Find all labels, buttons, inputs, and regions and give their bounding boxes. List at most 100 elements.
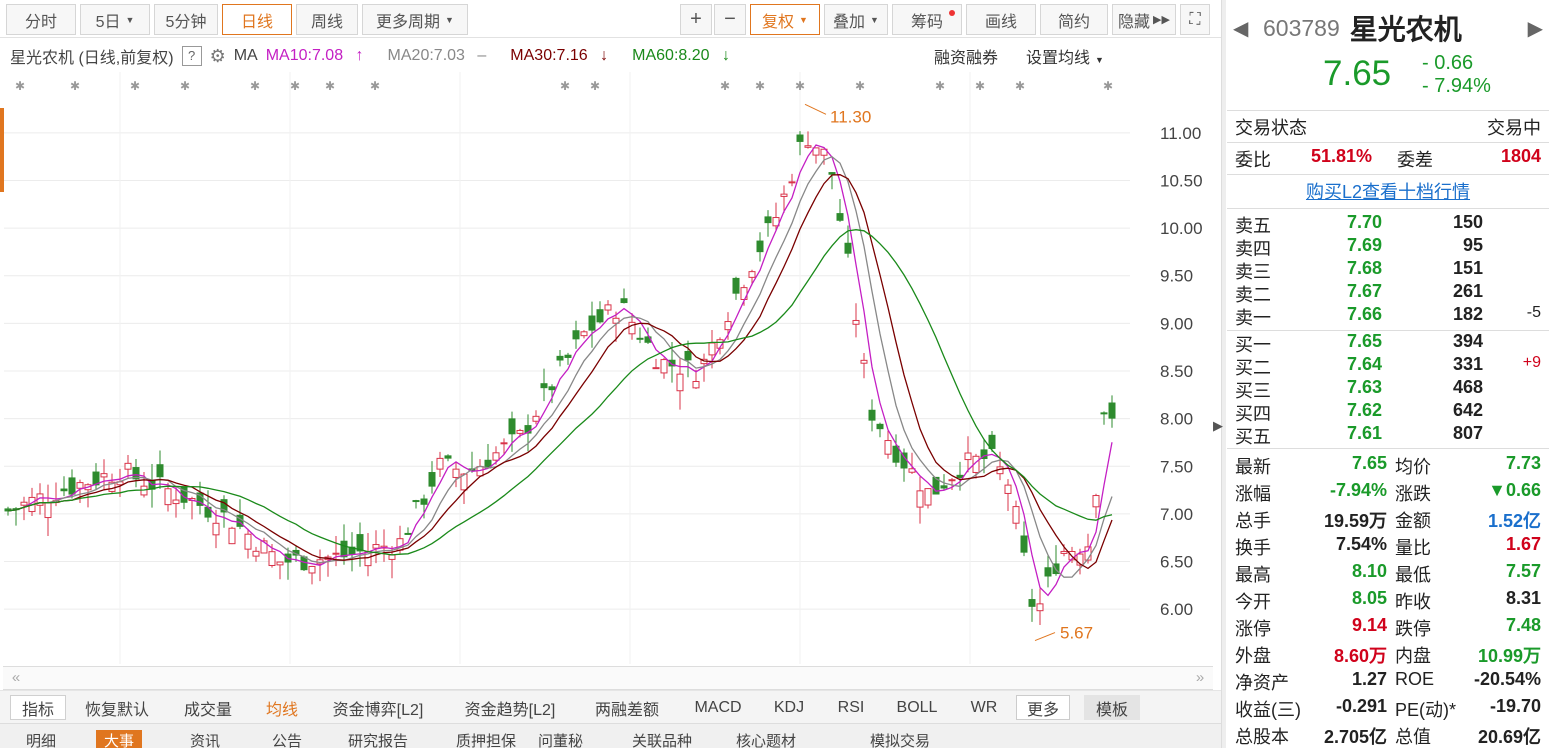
tab-news[interactable]: 资讯 [190, 730, 220, 748]
scroll-left-icon[interactable]: « [5, 667, 27, 689]
event-marker-icon[interactable]: ✱ [1103, 79, 1113, 93]
fund-game-tab[interactable]: 资金博弈[L2] [316, 695, 440, 720]
stat-label: 外盘 [1235, 646, 1271, 666]
tab-themes[interactable]: 核心题材 [736, 730, 796, 748]
chips-button[interactable]: 筹码 [892, 4, 962, 35]
candlestick-chart[interactable]: 11.00 10.50 10.00 9.50 9.00 8.50 8.00 7.50 7.00 6… [0, 72, 1221, 664]
event-marker-icon[interactable]: ✱ [290, 79, 300, 93]
event-marker-icon[interactable]: ✱ [130, 79, 140, 93]
event-marker-icon[interactable]: ✱ [975, 79, 985, 93]
event-marker-icon[interactable]: ✱ [180, 79, 190, 93]
bid-level-row[interactable]: 买二 7.64 331 +9 [1227, 354, 1549, 378]
bid-level-row[interactable]: 买四 7.62 642 [1227, 400, 1549, 424]
next-stock-icon[interactable]: ▶ [1528, 16, 1543, 41]
tab-intraday[interactable]: 分时 [6, 4, 76, 35]
bid-level-row[interactable]: 买一 7.65 394 [1227, 331, 1549, 355]
rsi-tab[interactable]: RSI [826, 695, 876, 720]
ma-tab[interactable]: 均线 [254, 695, 310, 720]
candle-body [724, 321, 732, 331]
tab-events[interactable]: 大事 [96, 730, 143, 748]
volume-tab[interactable]: 成交量 [170, 695, 246, 720]
margin-trading-link[interactable]: 融资融券 [934, 44, 998, 68]
zoom-out-button[interactable]: − [714, 4, 746, 35]
candle-body [452, 468, 460, 478]
tab-daily[interactable]: 日线 [222, 4, 292, 35]
kdj-tab[interactable]: KDJ [760, 695, 818, 720]
collapse-panel-icon[interactable]: ▶ [1213, 418, 1223, 442]
wr-tab[interactable]: WR [958, 695, 1010, 720]
tab-5min[interactable]: 5分钟 [154, 4, 218, 35]
bid-level-row[interactable]: 买五 7.61 807 [1227, 423, 1549, 447]
hide-button[interactable]: 隐藏 ▶▶ [1112, 4, 1176, 35]
event-marker-icon[interactable]: ✱ [795, 79, 805, 93]
fund-trend-tab[interactable]: 资金趋势[L2] [448, 695, 572, 720]
event-marker-icon[interactable]: ✱ [15, 79, 25, 93]
tab-detail[interactable]: 明细 [26, 730, 56, 748]
event-marker-icon[interactable]: ✱ [590, 79, 600, 93]
simple-button[interactable]: 简约 [1040, 4, 1108, 35]
ask-level-row[interactable]: 卖三 7.68 151 [1227, 258, 1549, 282]
tab-research[interactable]: 研究报告 [348, 730, 408, 748]
boll-tab[interactable]: BOLL [884, 695, 950, 720]
candle-body [412, 500, 420, 503]
candle-body [844, 242, 852, 254]
candle-body [340, 540, 348, 558]
bid-level-row[interactable]: 买三 7.63 468 [1227, 377, 1549, 401]
event-marker-icon[interactable]: ✱ [250, 79, 260, 93]
template-button[interactable]: 模板 [1084, 695, 1140, 720]
tab-related[interactable]: 关联品种 [632, 730, 692, 748]
event-marker-icon[interactable]: ✱ [1015, 79, 1025, 93]
tab-announcements[interactable]: 公告 [272, 730, 302, 748]
event-marker-icon[interactable]: ✱ [560, 79, 570, 93]
ask-level-row[interactable]: 卖四 7.69 95 [1227, 235, 1549, 259]
candle-body [884, 440, 892, 455]
margin-diff-tab[interactable]: 两融差额 [580, 695, 674, 720]
stat-value: 9.14 [1351, 615, 1387, 635]
stat-label: 净资产 [1235, 673, 1289, 693]
stat-value: 8.05 [1351, 588, 1387, 608]
macd-tab[interactable]: MACD [684, 695, 752, 720]
panel-divider[interactable] [1221, 0, 1226, 748]
candle-body [1108, 402, 1116, 419]
tab-more-periods[interactable]: 更多周期 ▼ [362, 4, 468, 35]
ma20-text: MA20:7.03 [387, 47, 465, 64]
stat-label: 昨收 [1395, 592, 1431, 612]
candle-body [620, 298, 628, 304]
event-marker-icon[interactable]: ✱ [755, 79, 765, 93]
reset-default-tab[interactable]: 恢复默认 [74, 695, 160, 720]
gear-icon[interactable]: ⚙ [210, 46, 226, 67]
event-marker-icon[interactable]: ✱ [935, 79, 945, 93]
event-marker-icon[interactable]: ✱ [720, 79, 730, 93]
buy-l2-link[interactable]: 购买L2查看十档行情 [1306, 182, 1470, 202]
event-marker-icon[interactable]: ✱ [325, 79, 335, 93]
zoom-in-button[interactable]: + [680, 4, 712, 35]
tab-5day[interactable]: 5日 ▼ [80, 4, 150, 35]
set-ma-button[interactable]: 设置均线 ▼ [1026, 44, 1104, 68]
chart-scrollbar[interactable]: « » [3, 666, 1213, 690]
overlay-button[interactable]: 叠加 ▼ [824, 4, 888, 35]
candle-body [268, 551, 276, 566]
ask-level-row[interactable]: 卖一 7.66 182 -5 [1227, 304, 1549, 328]
adjust-button[interactable]: 复权 ▼ [750, 4, 820, 35]
indicator-tab[interactable]: 指标 [10, 695, 66, 720]
tab-sim-trade[interactable]: 模拟交易 [870, 730, 930, 748]
fullscreen-icon[interactable]: ⛶ [1180, 4, 1210, 35]
tab-weekly[interactable]: 周线 [296, 4, 358, 35]
event-marker-icon[interactable]: ✱ [70, 79, 80, 93]
candle-body [796, 134, 804, 142]
y-tick-label: 9.00 [1160, 314, 1193, 333]
prev-stock-icon[interactable]: ◀ [1233, 16, 1263, 41]
event-marker-icon[interactable]: ✱ [370, 79, 380, 93]
more-indicators-button[interactable]: 更多 [1016, 695, 1070, 720]
scroll-right-icon[interactable]: » [1189, 667, 1211, 689]
ask-level-row[interactable]: 卖二 7.67 261 [1227, 281, 1549, 305]
y-tick-label: 7.00 [1160, 505, 1193, 524]
tab-pledge[interactable]: 质押担保 [456, 730, 516, 748]
candle-body [676, 373, 684, 392]
ask-level-row[interactable]: 卖五 7.70 150 [1227, 212, 1549, 236]
help-icon[interactable]: ? [181, 46, 202, 66]
ma10-text: MA10:7.08 [265, 47, 344, 64]
tab-ask-secretary[interactable]: 问董秘 [538, 730, 583, 748]
event-marker-icon[interactable]: ✱ [855, 79, 865, 93]
draw-button[interactable]: 画线 [966, 4, 1036, 35]
